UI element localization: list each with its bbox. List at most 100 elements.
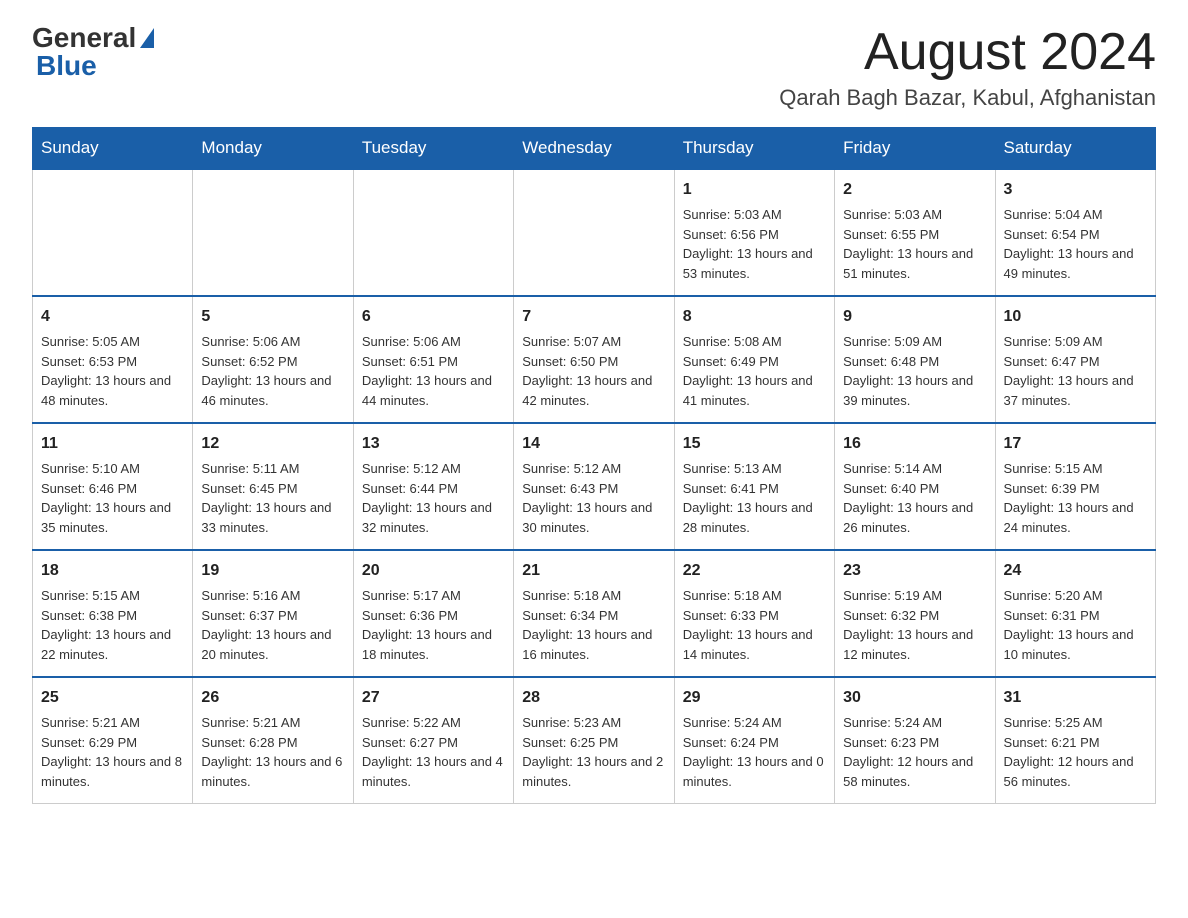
- calendar-week-row: 4 Sunrise: 5:05 AM Sunset: 6:53 PM Daylig…: [33, 296, 1156, 423]
- day-number: 25: [41, 686, 184, 710]
- day-number: 26: [201, 686, 344, 710]
- title-area: August 2024 Qarah Bagh Bazar, Kabul, Afg…: [779, 24, 1156, 111]
- day-number: 31: [1004, 686, 1147, 710]
- day-info: Sunrise: 5:14 AM Sunset: 6:40 PM Dayligh…: [843, 459, 986, 537]
- day-info: Sunrise: 5:03 AM Sunset: 6:55 PM Dayligh…: [843, 205, 986, 283]
- calendar-cell: 3Sunrise: 5:04 AM Sunset: 6:54 PM Daylig…: [995, 169, 1155, 296]
- weekday-header-row: SundayMondayTuesdayWednesdayThursdayFrid…: [33, 128, 1156, 170]
- day-number: 14: [522, 432, 665, 456]
- calendar-cell: 27 Sunrise: 5:22 AM Sunset: 6:27 PM Dayli…: [353, 677, 513, 804]
- day-info: Sunrise: 5:20 AM Sunset: 6:31 PM Dayligh…: [1004, 586, 1147, 664]
- month-year-title: August 2024: [779, 24, 1156, 81]
- calendar-cell: 31 Sunrise: 5:25 AM Sunset: 6:21 PM Dayli…: [995, 677, 1155, 804]
- day-number: 27: [362, 686, 505, 710]
- day-number: 7: [522, 305, 665, 329]
- calendar-cell: 30Sunrise: 5:24 AM Sunset: 6:23 PM Dayli…: [835, 677, 995, 804]
- day-number: 16: [843, 432, 986, 456]
- logo-triangle-icon: [140, 28, 154, 48]
- day-info: Sunrise: 5:24 AM Sunset: 6:24 PM Dayligh…: [683, 713, 826, 791]
- calendar-cell: 20Sunrise: 5:17 AM Sunset: 6:36 PM Dayli…: [353, 550, 513, 677]
- calendar-cell: 16 Sunrise: 5:14 AM Sunset: 6:40 PM Dayli…: [835, 423, 995, 550]
- day-info: Sunrise: 5:15 AM Sunset: 6:38 PM Dayligh…: [41, 586, 184, 664]
- day-info: Sunrise: 5:08 AM Sunset: 6:49 PM Dayligh…: [683, 332, 826, 410]
- day-info: Sunrise: 5:21 AM Sunset: 6:28 PM Dayligh…: [201, 713, 344, 791]
- day-number: 29: [683, 686, 826, 710]
- day-number: 4: [41, 305, 184, 329]
- day-number: 15: [683, 432, 826, 456]
- day-info: Sunrise: 5:05 AM Sunset: 6:53 PM Dayligh…: [41, 332, 184, 410]
- day-info: Sunrise: 5:09 AM Sunset: 6:48 PM Dayligh…: [843, 332, 986, 410]
- calendar-cell: [33, 169, 193, 296]
- day-info: Sunrise: 5:06 AM Sunset: 6:52 PM Dayligh…: [201, 332, 344, 410]
- day-info: Sunrise: 5:07 AM Sunset: 6:50 PM Dayligh…: [522, 332, 665, 410]
- day-info: Sunrise: 5:24 AM Sunset: 6:23 PM Dayligh…: [843, 713, 986, 791]
- calendar-week-row: 1 Sunrise: 5:03 AM Sunset: 6:56 PM Daylig…: [33, 169, 1156, 296]
- weekday-header-wednesday: Wednesday: [514, 128, 674, 170]
- day-info: Sunrise: 5:12 AM Sunset: 6:43 PM Dayligh…: [522, 459, 665, 537]
- day-number: 23: [843, 559, 986, 583]
- calendar-cell: 24 Sunrise: 5:20 AM Sunset: 6:31 PM Dayli…: [995, 550, 1155, 677]
- day-number: 10: [1004, 305, 1147, 329]
- day-info: Sunrise: 5:04 AM Sunset: 6:54 PM Dayligh…: [1004, 205, 1147, 283]
- calendar-cell: 21 Sunrise: 5:18 AM Sunset: 6:34 PM Dayli…: [514, 550, 674, 677]
- calendar-cell: [193, 169, 353, 296]
- page-header: General Blue August 2024 Qarah Bagh Baza…: [32, 24, 1156, 111]
- calendar-cell: 18 Sunrise: 5:15 AM Sunset: 6:38 PM Dayli…: [33, 550, 193, 677]
- calendar-cell: 26 Sunrise: 5:21 AM Sunset: 6:28 PM Dayli…: [193, 677, 353, 804]
- day-info: Sunrise: 5:23 AM Sunset: 6:25 PM Dayligh…: [522, 713, 665, 791]
- calendar-cell: [514, 169, 674, 296]
- day-info: Sunrise: 5:22 AM Sunset: 6:27 PM Dayligh…: [362, 713, 505, 791]
- weekday-header-saturday: Saturday: [995, 128, 1155, 170]
- day-info: Sunrise: 5:12 AM Sunset: 6:44 PM Dayligh…: [362, 459, 505, 537]
- day-info: Sunrise: 5:13 AM Sunset: 6:41 PM Dayligh…: [683, 459, 826, 537]
- calendar-cell: 25 Sunrise: 5:21 AM Sunset: 6:29 PM Dayli…: [33, 677, 193, 804]
- calendar-cell: 6Sunrise: 5:06 AM Sunset: 6:51 PM Daylig…: [353, 296, 513, 423]
- day-info: Sunrise: 5:16 AM Sunset: 6:37 PM Dayligh…: [201, 586, 344, 664]
- calendar-cell: 14 Sunrise: 5:12 AM Sunset: 6:43 PM Dayli…: [514, 423, 674, 550]
- calendar-cell: 8 Sunrise: 5:08 AM Sunset: 6:49 PM Daylig…: [674, 296, 834, 423]
- day-info: Sunrise: 5:21 AM Sunset: 6:29 PM Dayligh…: [41, 713, 184, 791]
- calendar-cell: 7 Sunrise: 5:07 AM Sunset: 6:50 PM Daylig…: [514, 296, 674, 423]
- day-number: 5: [201, 305, 344, 329]
- calendar-cell: [353, 169, 513, 296]
- weekday-header-sunday: Sunday: [33, 128, 193, 170]
- logo: General Blue: [32, 24, 154, 80]
- day-number: 19: [201, 559, 344, 583]
- day-number: 18: [41, 559, 184, 583]
- day-number: 12: [201, 432, 344, 456]
- day-number: 2: [843, 178, 986, 202]
- calendar-cell: 1 Sunrise: 5:03 AM Sunset: 6:56 PM Daylig…: [674, 169, 834, 296]
- day-info: Sunrise: 5:18 AM Sunset: 6:34 PM Dayligh…: [522, 586, 665, 664]
- logo-blue-text: Blue: [36, 52, 97, 80]
- day-number: 8: [683, 305, 826, 329]
- weekday-header-thursday: Thursday: [674, 128, 834, 170]
- calendar-cell: 11Sunrise: 5:10 AM Sunset: 6:46 PM Dayli…: [33, 423, 193, 550]
- calendar-cell: 12Sunrise: 5:11 AM Sunset: 6:45 PM Dayli…: [193, 423, 353, 550]
- calendar-week-row: 11Sunrise: 5:10 AM Sunset: 6:46 PM Dayli…: [33, 423, 1156, 550]
- day-info: Sunrise: 5:15 AM Sunset: 6:39 PM Dayligh…: [1004, 459, 1147, 537]
- calendar-week-row: 18 Sunrise: 5:15 AM Sunset: 6:38 PM Dayli…: [33, 550, 1156, 677]
- calendar-cell: 29 Sunrise: 5:24 AM Sunset: 6:24 PM Dayli…: [674, 677, 834, 804]
- calendar-cell: 19 Sunrise: 5:16 AM Sunset: 6:37 PM Dayli…: [193, 550, 353, 677]
- day-number: 13: [362, 432, 505, 456]
- day-info: Sunrise: 5:17 AM Sunset: 6:36 PM Dayligh…: [362, 586, 505, 664]
- calendar-cell: 5 Sunrise: 5:06 AM Sunset: 6:52 PM Daylig…: [193, 296, 353, 423]
- day-info: Sunrise: 5:10 AM Sunset: 6:46 PM Dayligh…: [41, 459, 184, 537]
- day-info: Sunrise: 5:09 AM Sunset: 6:47 PM Dayligh…: [1004, 332, 1147, 410]
- calendar-cell: 28Sunrise: 5:23 AM Sunset: 6:25 PM Dayli…: [514, 677, 674, 804]
- day-number: 17: [1004, 432, 1147, 456]
- day-number: 21: [522, 559, 665, 583]
- calendar-cell: 15 Sunrise: 5:13 AM Sunset: 6:41 PM Dayli…: [674, 423, 834, 550]
- day-info: Sunrise: 5:18 AM Sunset: 6:33 PM Dayligh…: [683, 586, 826, 664]
- day-number: 24: [1004, 559, 1147, 583]
- logo-general-text: General: [32, 24, 136, 52]
- calendar-cell: 9Sunrise: 5:09 AM Sunset: 6:48 PM Daylig…: [835, 296, 995, 423]
- day-info: Sunrise: 5:25 AM Sunset: 6:21 PM Dayligh…: [1004, 713, 1147, 791]
- calendar-cell: 2 Sunrise: 5:03 AM Sunset: 6:55 PM Daylig…: [835, 169, 995, 296]
- day-info: Sunrise: 5:03 AM Sunset: 6:56 PM Dayligh…: [683, 205, 826, 283]
- calendar-cell: 13 Sunrise: 5:12 AM Sunset: 6:44 PM Dayli…: [353, 423, 513, 550]
- day-number: 1: [683, 178, 826, 202]
- calendar-cell: 23Sunrise: 5:19 AM Sunset: 6:32 PM Dayli…: [835, 550, 995, 677]
- weekday-header-friday: Friday: [835, 128, 995, 170]
- calendar-cell: 4 Sunrise: 5:05 AM Sunset: 6:53 PM Daylig…: [33, 296, 193, 423]
